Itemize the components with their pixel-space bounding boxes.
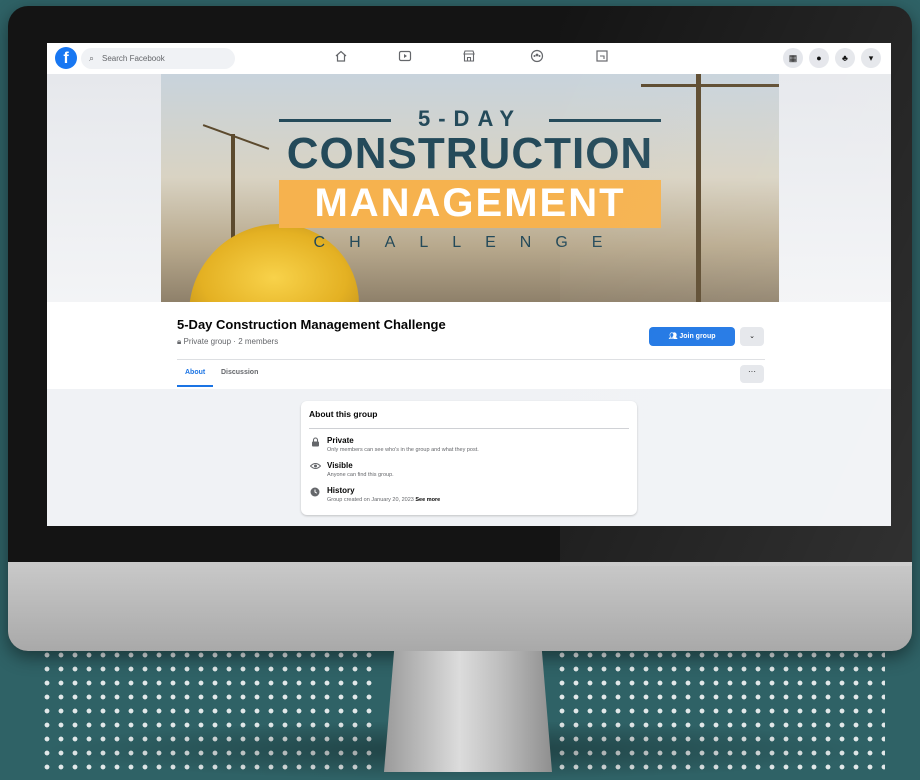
group-meta-text: Private group · 2 members <box>183 337 279 346</box>
gaming-icon[interactable] <box>593 49 611 67</box>
join-group-label: Join group <box>679 333 716 340</box>
join-group-button[interactable]: 👥︎ Join group <box>649 327 735 346</box>
messenger-icon[interactable]: ● <box>809 48 829 68</box>
search-icon: ⌕ <box>89 53 95 63</box>
chevron-down-icon: ⌄ <box>749 333 755 340</box>
cover-photo-area: 5-DAY CONSTRUCTION MANAGEMENT CHALLENGE <box>47 74 891 304</box>
menu-grid-icon[interactable]: ▦ <box>783 48 803 68</box>
about-item-title: Private <box>327 436 354 445</box>
more-icon: ··· <box>748 367 756 376</box>
group-title: 5-Day Construction Management Challenge <box>177 317 446 332</box>
cover-title-construction: CONSTRUCTION <box>286 129 654 178</box>
notifications-icon[interactable]: ♣ <box>835 48 855 68</box>
marketplace-icon[interactable] <box>460 49 478 67</box>
about-item-desc: Group created on January 20, 2023 See mo… <box>327 497 440 503</box>
history-desc-text: Group created on January 20, 2023 <box>327 497 414 503</box>
tab-about-active-indicator <box>177 385 213 387</box>
group-icon: 👥︎ <box>668 333 680 340</box>
about-item-desc: Only members can see who's in the group … <box>327 447 479 453</box>
monitor-stand <box>384 651 552 772</box>
search-placeholder: Search Facebook <box>102 54 165 63</box>
crane-jib <box>641 84 779 87</box>
cover-photo: 5-DAY CONSTRUCTION MANAGEMENT CHALLENGE <box>161 74 779 304</box>
group-meta: 🔒︎ Private group · 2 members <box>177 337 278 347</box>
about-heading: About this group <box>309 409 378 419</box>
monitor-screen: f ⌕ Search Facebook ▦ ● ♣ ▾ 5-DAY CONSTR… <box>47 43 891 526</box>
group-header-background <box>47 302 891 389</box>
about-item-title: Visible <box>327 461 353 470</box>
search-bar[interactable]: ⌕ Search Facebook <box>81 48 235 69</box>
clock-icon <box>309 487 321 499</box>
eye-icon <box>309 462 321 472</box>
cover-title-management: MANAGEMENT <box>314 181 626 225</box>
tab-discussion[interactable]: Discussion <box>221 369 258 376</box>
see-more-link[interactable]: See more <box>415 497 440 503</box>
lock-icon: 🔒︎ <box>177 337 182 346</box>
watch-icon[interactable] <box>396 49 414 67</box>
home-icon[interactable] <box>332 49 350 67</box>
tab-about[interactable]: About <box>185 369 205 376</box>
about-item-title: History <box>327 486 355 495</box>
facebook-logo[interactable]: f <box>55 47 77 69</box>
monitor-chin <box>8 562 912 651</box>
lock-icon <box>309 437 321 449</box>
cover-title-challenge: CHALLENGE <box>313 234 627 251</box>
about-card: About this group Private Only members ca… <box>301 401 637 515</box>
more-options-button[interactable]: ··· <box>740 365 764 383</box>
header-divider <box>177 359 765 360</box>
groups-icon[interactable] <box>528 49 546 67</box>
about-item-desc: Anyone can find this group. <box>327 472 394 478</box>
account-chevron-icon[interactable]: ▾ <box>861 48 881 68</box>
group-options-dropdown-button[interactable]: ⌄ <box>740 327 764 346</box>
about-divider <box>309 428 629 429</box>
facebook-top-bar: f ⌕ Search Facebook ▦ ● ♣ ▾ <box>47 43 891 75</box>
